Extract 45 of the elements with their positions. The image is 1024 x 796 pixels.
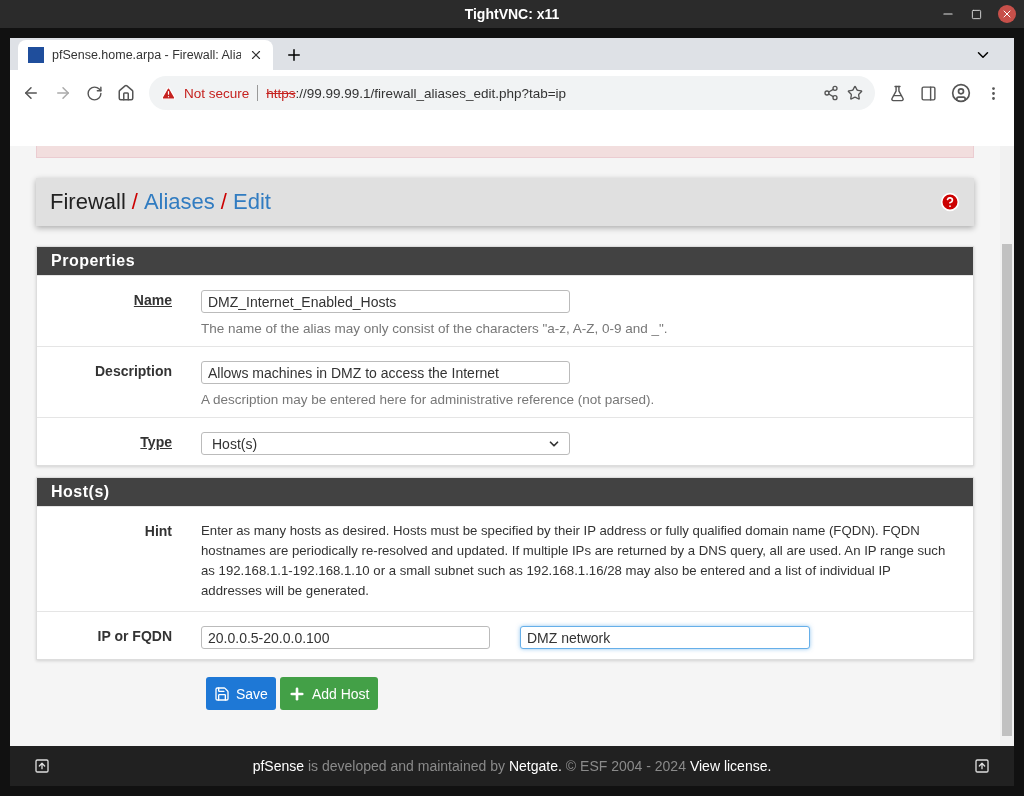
- share-icon[interactable]: [823, 85, 839, 101]
- field-label: Hint: [144, 522, 172, 541]
- warning-icon: [161, 85, 176, 101]
- scrollbar[interactable]: [1000, 146, 1014, 746]
- footer-link[interactable]: Netgate.: [508, 758, 562, 774]
- panel-heading: Host(s): [37, 478, 973, 506]
- footer-text: © ESF 2004 - 2024: [565, 758, 686, 774]
- flask-icon[interactable]: [889, 84, 906, 102]
- help-text: A description may be entered here for administrative reference (not parsed).: [201, 392, 656, 407]
- help-text: The name of the alias may only consist of the characters "a-z, A-Z, 0-9 and _".: [201, 321, 669, 336]
- scroll-top-icon[interactable]: [974, 758, 990, 774]
- type-dropdown[interactable]: Host(s): [201, 432, 570, 455]
- security-status: Not secure: [184, 85, 250, 101]
- breadcrumb-text: Firewall: [50, 189, 126, 215]
- text-field[interactable]: Allows machines in DMZ to access the Internet: [201, 361, 570, 384]
- breadcrumb-separator: /: [220, 189, 227, 215]
- star-icon[interactable]: [847, 85, 863, 101]
- back-icon[interactable]: [22, 84, 40, 102]
- field-label: Name: [133, 291, 172, 310]
- breadcrumb-separator: /: [131, 189, 138, 215]
- footer-link[interactable]: pfSense: [252, 758, 304, 774]
- description-field[interactable]: DMZ network: [520, 626, 810, 649]
- profile-icon[interactable]: [951, 83, 971, 103]
- new-tab-icon[interactable]: [285, 46, 303, 64]
- address-bar[interactable]: Not secure https://99.99.99.1/firewall_aliases_edit.php?tab=ip: [149, 76, 875, 110]
- text-field[interactable]: DMZ_Internet_Enabled_Hosts: [201, 290, 570, 313]
- hint-text: Enter as many hosts as desired. Hosts must be specified by their IP address or fully qualified domain name (FQDN). FQDN hostnames are periodically re-resolved and updated. If multiple IPs are returned by a DNS query, all are used. An IP range such as 192.168.1.1-192.168.1.10 or a small subnet such as 192.168.1.16/28 may also be entered and a list of individual IP addresses will be generated.: [201, 522, 947, 600]
- site-logo-icon: [28, 47, 44, 63]
- scroll-top-icon[interactable]: [34, 758, 50, 774]
- home-icon[interactable]: [117, 84, 135, 102]
- footer-text: is developed and maintained by: [308, 758, 505, 774]
- reload-icon[interactable]: [86, 84, 103, 102]
- close-icon[interactable]: [249, 48, 263, 62]
- footer-link[interactable]: View license.: [689, 758, 772, 774]
- window-title: TightVNC: x11: [464, 6, 560, 22]
- side-panel-icon[interactable]: [920, 84, 937, 102]
- url-text: https://99.99.99.1/firewall_aliases_edit.php?tab=ip: [266, 85, 567, 101]
- field-label: Type: [140, 433, 172, 452]
- field-label: IP or FQDN: [97, 627, 172, 646]
- maximize-icon[interactable]: [971, 8, 982, 20]
- field-label: Description: [95, 362, 172, 381]
- help-icon[interactable]: [940, 192, 960, 212]
- save-button[interactable]: Save: [206, 677, 276, 710]
- address-field[interactable]: 20.0.0.5-20.0.0.100: [201, 626, 490, 649]
- panel-heading: Properties: [37, 247, 973, 275]
